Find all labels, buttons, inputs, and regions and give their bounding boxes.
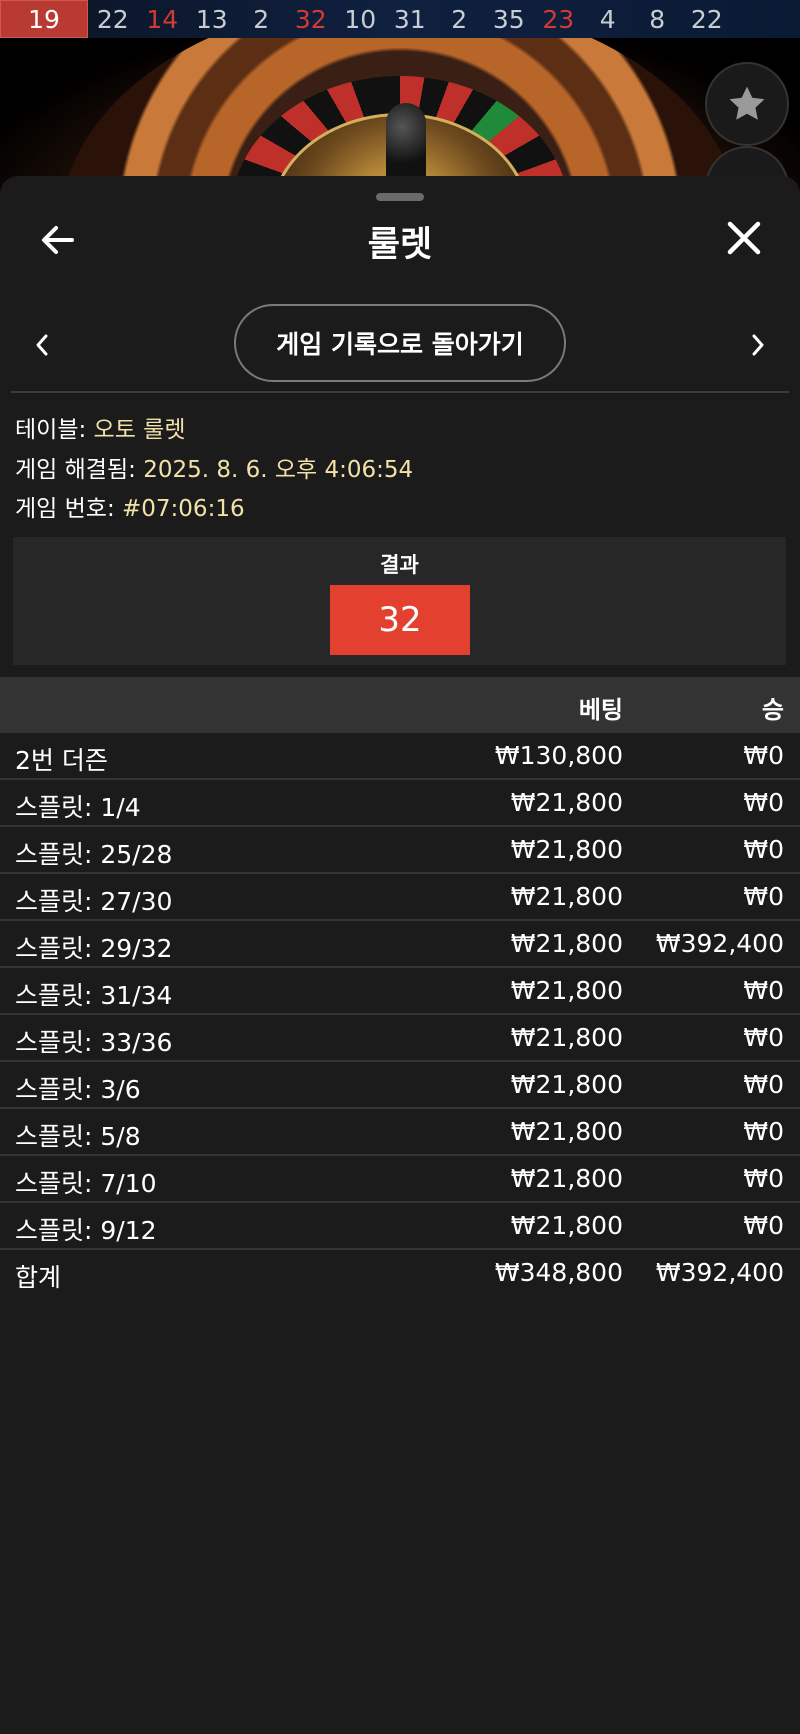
table-info-value: 오토 룰렛 (93, 417, 186, 443)
divider (11, 391, 789, 393)
bets-table-header: 베팅 승 (0, 677, 800, 733)
history-number: 10 (344, 4, 377, 34)
back-to-history-button[interactable]: 게임 기록으로 돌아가기 (234, 304, 566, 382)
bet-row: 스플릿: 7/10 ₩21,800 ₩0 (0, 1156, 800, 1203)
next-game-button[interactable] (746, 330, 770, 360)
bet-row-win: ₩0 (743, 882, 784, 911)
close-icon (727, 221, 761, 255)
game-number-label: 게임 번호: (15, 496, 115, 522)
bet-row-bet: ₩21,800 (510, 929, 623, 958)
bet-row-label: 스플릿: 3/6 (15, 1075, 141, 1104)
bet-row-win: ₩0 (743, 788, 784, 817)
bet-row-label: 스플릿: 31/34 (15, 981, 173, 1010)
bet-row: 스플릿: 27/30 ₩21,800 ₩0 (0, 874, 800, 921)
bet-row-bet: ₩21,800 (510, 1211, 623, 1240)
bet-row-bet: ₩21,800 (510, 1117, 623, 1146)
table-info-label: 테이블: (15, 417, 87, 443)
history-number: 23 (542, 4, 575, 34)
bet-row-bet: ₩21,800 (510, 976, 623, 1005)
result-history-strip: 19 22 14 13 2 32 10 31 2 35 23 4 8 22 (0, 0, 800, 38)
game-number-value: #07:06:16 (122, 496, 245, 522)
bet-row: 스플릿: 3/6 ₩21,800 ₩0 (0, 1062, 800, 1109)
total-row: 합계 ₩348,800 ₩392,400 (0, 1250, 800, 1297)
bet-row: 스플릿: 5/8 ₩21,800 ₩0 (0, 1109, 800, 1156)
bet-row-bet: ₩21,800 (510, 835, 623, 864)
history-number: 35 (492, 4, 525, 34)
history-number: 32 (294, 4, 327, 34)
history-number: 4 (599, 4, 616, 34)
sheet-grabber[interactable] (376, 193, 424, 201)
bet-row-label: 스플릿: 1/4 (15, 793, 141, 822)
history-number: 8 (649, 4, 666, 34)
history-number: 13 (195, 4, 228, 34)
game-number-info: 게임 번호: #07:06:16 (15, 489, 245, 523)
chevron-right-icon (752, 334, 764, 356)
history-number: 22 (690, 4, 723, 34)
bet-row-bet: ₩21,800 (510, 1070, 623, 1099)
roulette-wheel-video (0, 38, 800, 198)
bet-row-win: ₩0 (743, 1023, 784, 1052)
page-title: 룰렛 (367, 225, 433, 265)
bet-row-bet: ₩130,800 (494, 741, 623, 770)
chevron-left-icon (36, 334, 48, 356)
bet-row-bet: ₩21,800 (510, 1164, 623, 1193)
total-label: 합계 (15, 1263, 62, 1292)
bet-row-bet: ₩21,800 (510, 1023, 623, 1052)
bet-row-win: ₩0 (743, 1164, 784, 1193)
result-number-badge: 32 (330, 585, 470, 655)
history-number: 22 (96, 4, 129, 34)
game-detail-sheet: 룰렛 게임 기록으로 돌아가기 테이블: 오토 룰렛 게임 해결됨: 2025.… (0, 176, 800, 1734)
total-bet: ₩348,800 (494, 1258, 623, 1287)
bet-row: 스플릿: 25/28 ₩21,800 ₩0 (0, 827, 800, 874)
bet-row-win: ₩0 (743, 741, 784, 770)
star-icon (729, 86, 765, 120)
bet-row: 스플릿: 31/34 ₩21,800 ₩0 (0, 968, 800, 1015)
table-info: 테이블: 오토 룰렛 (15, 410, 186, 444)
resolved-info: 게임 해결됨: 2025. 8. 6. 오후 4:06:54 (15, 450, 413, 484)
favorite-button[interactable] (705, 62, 789, 146)
bet-row-win: ₩0 (743, 1117, 784, 1146)
resolved-info-label: 게임 해결됨: (15, 457, 136, 483)
bet-row-bet: ₩21,800 (510, 788, 623, 817)
bet-column-header: 베팅 (578, 696, 623, 724)
bet-row-label: 스플릿: 27/30 (15, 887, 173, 916)
result-panel: 결과 32 (13, 537, 786, 665)
history-number: 31 (393, 4, 426, 34)
bet-row-label: 스플릿: 9/12 (15, 1216, 157, 1245)
bet-row-label: 2번 더즌 (15, 746, 108, 775)
bet-row-label: 스플릿: 5/8 (15, 1122, 141, 1151)
win-column-header: 승 (761, 696, 784, 724)
bet-row: 스플릿: 33/36 ₩21,800 ₩0 (0, 1015, 800, 1062)
history-number: 2 (253, 4, 270, 34)
bet-row-label: 스플릿: 25/28 (15, 840, 173, 869)
close-button[interactable] (724, 218, 764, 258)
bet-row-win: ₩0 (743, 1070, 784, 1099)
previous-game-button[interactable] (30, 330, 54, 360)
result-label: 결과 (380, 553, 419, 577)
bet-row-win: ₩0 (743, 976, 784, 1005)
history-latest-number: 19 (0, 0, 88, 38)
bet-row-bet: ₩21,800 (510, 882, 623, 911)
bet-row: 스플릿: 29/32 ₩21,800 ₩392,400 (0, 921, 800, 968)
bet-row: 스플릿: 9/12 ₩21,800 ₩0 (0, 1203, 800, 1250)
bet-row: 스플릿: 1/4 ₩21,800 ₩0 (0, 780, 800, 827)
bet-row-win: ₩392,400 (655, 929, 784, 958)
total-win: ₩392,400 (655, 1258, 784, 1287)
history-number: 14 (146, 4, 179, 34)
bets-table: 베팅 승 2번 더즌 ₩130,800 ₩0 스플릿: 1/4 ₩21,800 ₩0 스플릿… (0, 677, 800, 1297)
bet-row-label: 스플릿: 33/36 (15, 1028, 173, 1057)
bet-row-label: 스플릿: 29/32 (15, 934, 173, 963)
bet-row: 2번 더즌 ₩130,800 ₩0 (0, 733, 800, 780)
bet-row-win: ₩0 (743, 1211, 784, 1240)
bet-row-label: 스플릿: 7/10 (15, 1169, 157, 1198)
resolved-info-value: 2025. 8. 6. 오후 4:06:54 (143, 457, 414, 483)
history-number: 2 (451, 4, 468, 34)
bet-row-win: ₩0 (743, 835, 784, 864)
